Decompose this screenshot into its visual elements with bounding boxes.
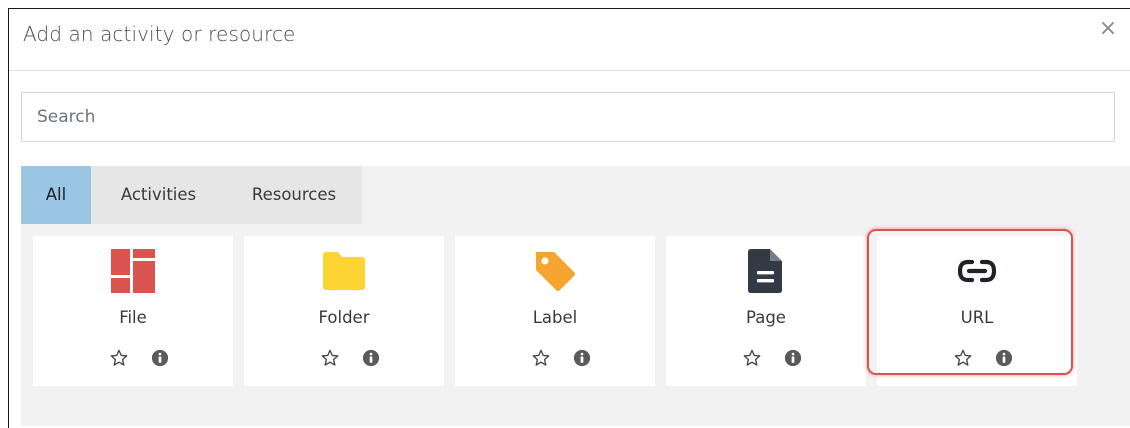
- info-icon[interactable]: [995, 349, 1013, 367]
- document-icon: [743, 248, 789, 294]
- module-card-url[interactable]: URL: [877, 236, 1077, 386]
- module-label: Label: [532, 308, 578, 327]
- tab-resources[interactable]: Resources: [226, 166, 362, 224]
- star-icon[interactable]: [531, 348, 551, 368]
- module-label: URL: [960, 308, 994, 327]
- module-label: Folder: [318, 308, 370, 327]
- module-label: File: [119, 308, 147, 327]
- tab-bar: All Activities Resources: [21, 166, 362, 224]
- folder-icon: [321, 248, 367, 294]
- module-card-file[interactable]: File: [33, 236, 233, 386]
- module-card-folder[interactable]: Folder: [244, 236, 444, 386]
- info-icon[interactable]: [362, 349, 380, 367]
- activity-chooser-dialog: Add an activity or resource × All Activi…: [8, 8, 1130, 428]
- tab-activities[interactable]: Activities: [91, 166, 226, 224]
- info-icon[interactable]: [573, 349, 591, 367]
- star-icon[interactable]: [742, 348, 762, 368]
- close-icon[interactable]: ×: [1096, 17, 1120, 41]
- star-icon[interactable]: [320, 348, 340, 368]
- module-card-page[interactable]: Page: [666, 236, 866, 386]
- module-card-label[interactable]: Label: [455, 236, 655, 386]
- file-icon: [110, 248, 156, 294]
- link-icon: [954, 248, 1000, 294]
- chooser-panel: All Activities Resources File Folder Lab…: [21, 166, 1130, 426]
- star-icon[interactable]: [109, 348, 129, 368]
- dialog-header: Add an activity or resource ×: [9, 9, 1130, 71]
- dialog-title: Add an activity or resource: [23, 22, 296, 46]
- module-label: Page: [746, 308, 786, 327]
- info-icon[interactable]: [151, 349, 169, 367]
- tab-all[interactable]: All: [21, 166, 91, 224]
- tag-icon: [532, 248, 578, 294]
- star-icon[interactable]: [953, 348, 973, 368]
- search-input[interactable]: [21, 92, 1115, 142]
- info-icon[interactable]: [784, 349, 802, 367]
